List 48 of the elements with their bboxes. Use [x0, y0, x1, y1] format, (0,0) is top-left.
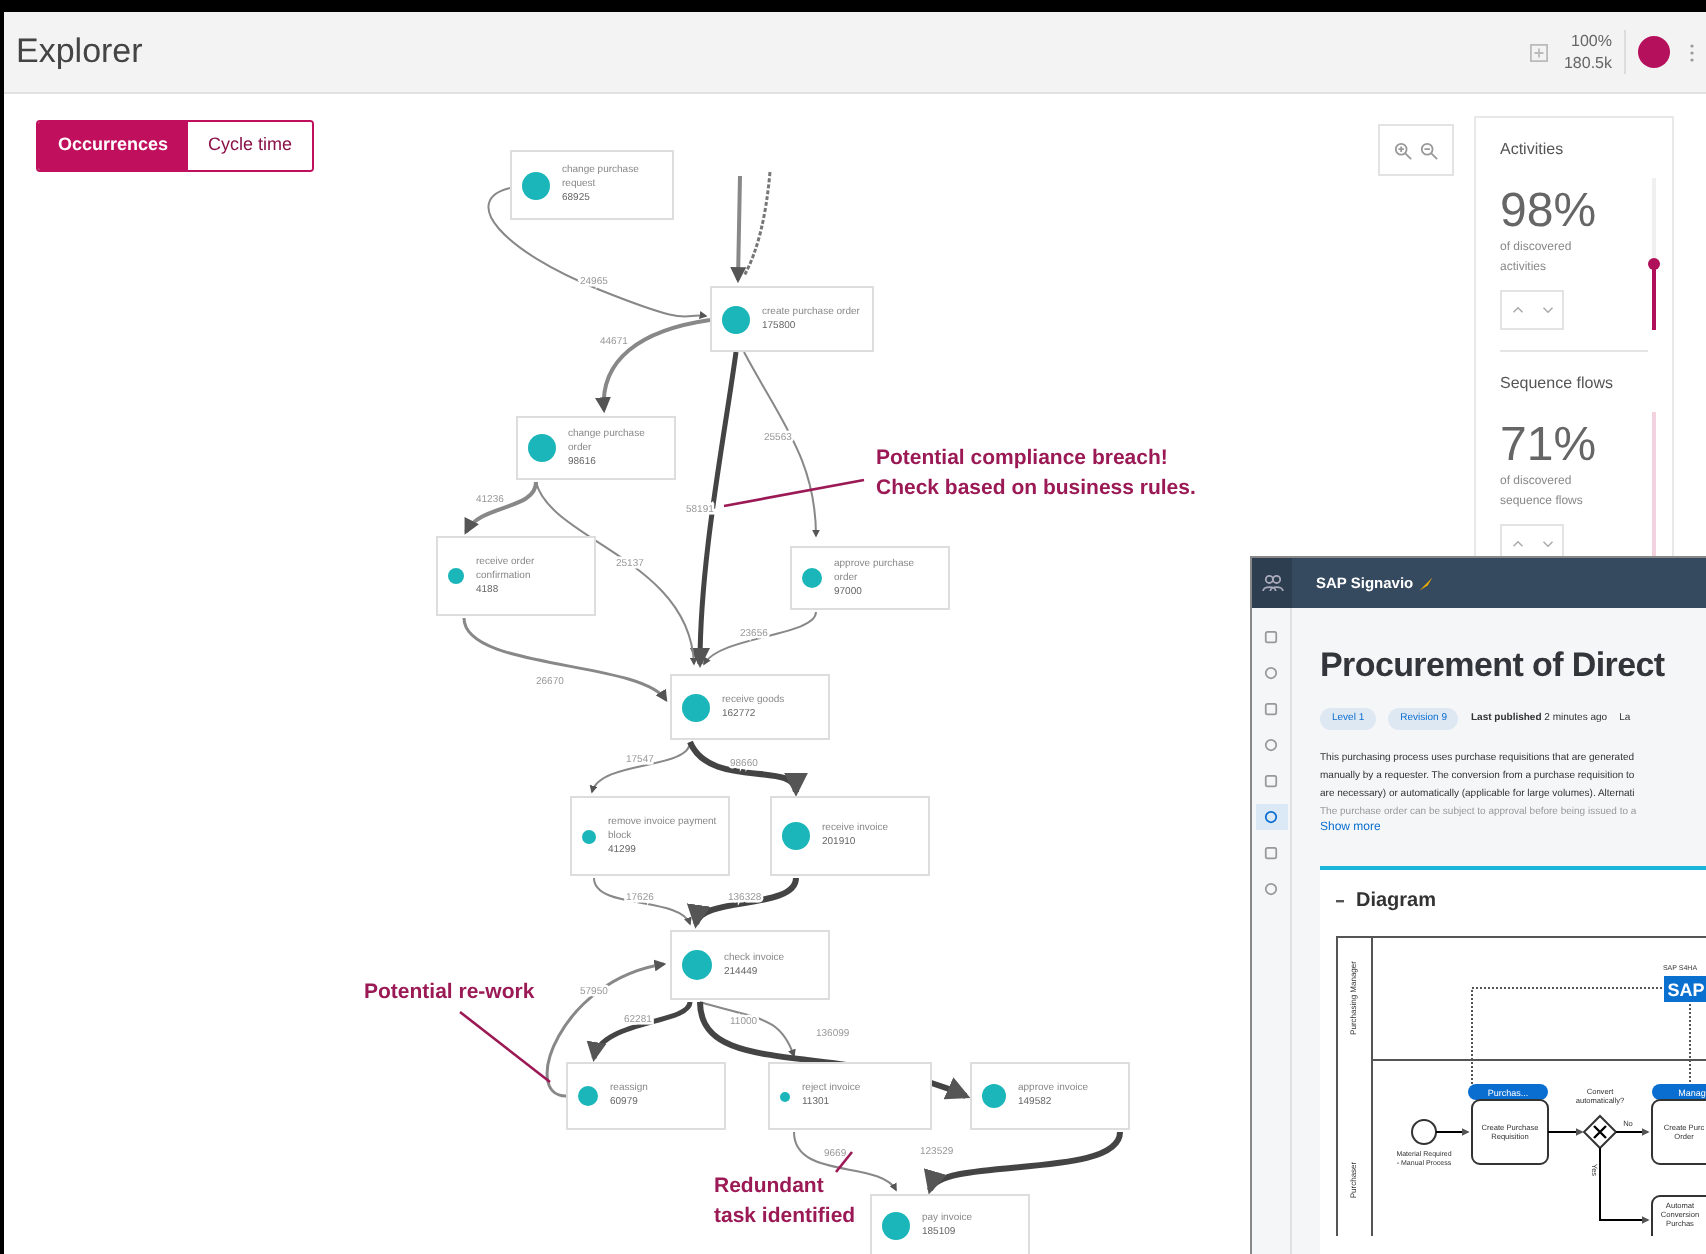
filter-title: Sequence flows	[1500, 372, 1615, 396]
nav-icon	[1264, 630, 1278, 644]
nav-icon	[1264, 702, 1278, 716]
section-title: Diagram	[1356, 888, 1437, 916]
sequence-arrow	[1435, 1128, 1470, 1136]
sequence-arrow	[1599, 1147, 1650, 1224]
chevron-down-icon[interactable]	[1541, 304, 1553, 316]
nav-icon	[1264, 846, 1278, 860]
flow-arrow	[693, 877, 799, 929]
gateway-shape	[1582, 1114, 1618, 1150]
flow-arrow	[593, 877, 691, 926]
expand-icon[interactable]	[1529, 43, 1548, 61]
dashed-flow-line	[742, 171, 772, 277]
chevron-up-icon[interactable]	[1511, 538, 1523, 550]
start-event	[1411, 1119, 1437, 1145]
annotation-text: Potential compliance breach! Check based on business rules.	[876, 444, 1196, 504]
task-shape	[1471, 1099, 1549, 1165]
nav-icon	[1264, 810, 1278, 824]
zoom-in-icon[interactable]	[1394, 141, 1412, 159]
sequence-arrow	[1615, 1128, 1650, 1136]
slider-thumb[interactable]	[1648, 257, 1660, 270]
zoom-percent: 100%	[1571, 30, 1612, 52]
flow-arrow	[730, 175, 747, 284]
filter-percent: 98%	[1500, 186, 1599, 238]
annotation-text: Potential re-work	[364, 978, 535, 1008]
annotation-text: Redundant task identified	[714, 1172, 856, 1232]
document-title: Procurement of Direct	[1320, 644, 1665, 688]
zoom-out-icon[interactable]	[1420, 141, 1438, 159]
flow-arrow	[591, 741, 691, 794]
sequence-arrow	[1547, 1128, 1584, 1136]
chevron-down-icon[interactable]	[1541, 538, 1553, 550]
chevron-up-icon[interactable]	[1511, 304, 1523, 316]
nav-icon	[1264, 882, 1278, 896]
system-logo: SAP	[1664, 976, 1706, 1002]
page-title: Explorer	[16, 30, 143, 75]
tab[interactable]: Occurrences	[38, 122, 189, 170]
filter-title: Activities	[1500, 138, 1566, 162]
case-count: 180.5k	[1563, 52, 1612, 74]
filter-percent: 71%	[1500, 420, 1599, 472]
leader-line	[459, 1010, 551, 1084]
nav-icon	[1264, 666, 1278, 680]
flow-arrow	[687, 740, 803, 797]
nav-icon	[1264, 774, 1278, 788]
nav-icon	[1264, 738, 1278, 752]
users-icon[interactable]	[1261, 574, 1283, 592]
sidebar-item[interactable]	[1255, 804, 1287, 830]
logo-icon	[1417, 575, 1434, 591]
leader-line	[723, 478, 865, 508]
